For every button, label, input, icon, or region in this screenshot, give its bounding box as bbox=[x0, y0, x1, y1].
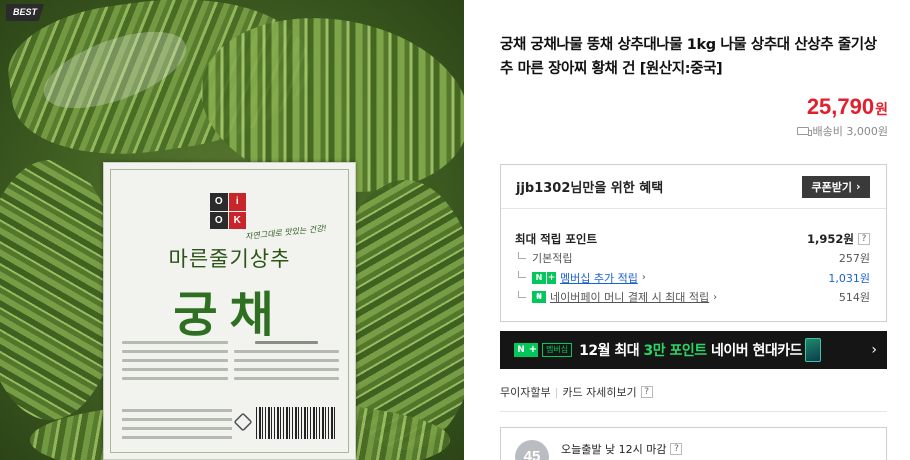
plus-icon: + bbox=[547, 271, 556, 284]
separator: | bbox=[554, 385, 559, 399]
points-value: 257원 bbox=[838, 252, 870, 266]
label-fine-print bbox=[122, 341, 339, 401]
installment-link[interactable]: 무이자할부 bbox=[500, 384, 551, 400]
chevron-right-icon: › bbox=[871, 342, 877, 358]
shipping-info: 배송비 3,000원 bbox=[796, 123, 888, 139]
help-icon[interactable]: ? bbox=[858, 232, 870, 245]
card-details-link[interactable]: 카드 자세히보기 bbox=[562, 384, 636, 400]
points-value: 1,031원 bbox=[828, 271, 870, 285]
delivery-cutoff: 오늘출발 낮 12시 마감 bbox=[561, 443, 667, 456]
points-row: ₦ 네이버페이 머니 결제 시 최대 적립 › 514원 bbox=[515, 288, 870, 308]
benefit-header: jjb1302님만을 위한 혜택 쿠폰받기 › bbox=[501, 165, 886, 209]
price-unit: 원 bbox=[875, 102, 888, 118]
chevron-right-icon: › bbox=[641, 272, 646, 284]
plus-icon: + bbox=[528, 343, 538, 357]
barcode bbox=[256, 407, 336, 439]
product-title: 궁채 궁채나물 뚱채 상추대나물 1kg 나물 상추대 산상추 줄기상추 마른 … bbox=[500, 37, 877, 77]
delivery-logo: 45 bbox=[515, 440, 549, 460]
naver-n-icon: N bbox=[532, 271, 546, 284]
best-badge: BEST bbox=[6, 4, 44, 21]
shipping-fee: 배송비 3,000원 bbox=[812, 125, 888, 138]
membership-points-link[interactable]: 멤버십 추가 적립 bbox=[560, 270, 638, 286]
logo-letter: O bbox=[210, 211, 228, 229]
max-points-row: 최대 적립 포인트 1,952원 ? bbox=[515, 229, 870, 249]
price-value: 25,790 bbox=[806, 94, 875, 119]
coupon-button[interactable]: 쿠폰받기 › bbox=[802, 175, 870, 198]
points-row: N + 멤버십 추가 적립 › 1,031원 bbox=[515, 268, 870, 288]
chevron-right-icon: › bbox=[855, 180, 861, 193]
points-list: 최대 적립 포인트 1,952원 ? 기본적립 257원 N + 멤버십 추가 … bbox=[515, 229, 870, 307]
help-icon[interactable]: ? bbox=[670, 443, 683, 455]
points-label: 기본적립 bbox=[532, 252, 573, 266]
package-label: O i O K 자연그대로 맛있는 건강! 마른줄기상추 궁채 bbox=[103, 162, 356, 460]
chevron-right-icon: › bbox=[713, 291, 718, 303]
price: 25,790 원 bbox=[807, 94, 888, 120]
naver-n-icon: N bbox=[514, 343, 528, 357]
logo-letter: K bbox=[228, 211, 246, 229]
membership-badge: 멤버십 bbox=[542, 343, 573, 357]
card-promo-banner[interactable]: N + 멤버십 12월 최대 3만 포인트 네이버 현대카드 › bbox=[500, 331, 887, 369]
delivery-box: 45 오늘출발 낮 12시 마감 ? bbox=[500, 427, 887, 460]
divider bbox=[500, 411, 887, 412]
vegetable-bundle bbox=[0, 160, 120, 420]
credit-card-icon bbox=[805, 338, 822, 362]
tree-branch-icon bbox=[518, 271, 526, 279]
points-value: 514원 bbox=[838, 291, 870, 305]
max-points-label: 최대 적립 포인트 bbox=[515, 231, 598, 246]
banner-text: 12월 최대 3만 포인트 네이버 현대카드 bbox=[579, 343, 803, 359]
package-name: 궁채 bbox=[173, 287, 286, 343]
product-image[interactable]: BEST O i O K 자연그대로 맛있는 건강! 마른줄기상추 궁채 bbox=[0, 0, 464, 460]
logo-letter: O bbox=[210, 193, 228, 211]
payment-options: 무이자할부 | 카드 자세히보기 ? bbox=[500, 384, 653, 400]
product-info: 궁채 궁채나물 뚱채 상추대나물 1kg 나물 상추대 산상추 줄기상추 마른 … bbox=[500, 0, 888, 460]
naverpay-points-link[interactable]: 네이버페이 머니 결제 시 최대 적립 bbox=[550, 289, 709, 305]
benefit-box: jjb1302님만을 위한 혜택 쿠폰받기 › 최대 적립 포인트 1,952원… bbox=[500, 164, 887, 322]
package-subname: 마른줄기상추 bbox=[168, 247, 291, 271]
help-icon[interactable]: ? bbox=[640, 386, 653, 398]
naver-pay-icon: ₦ bbox=[532, 291, 546, 304]
brand-logo: O i O K bbox=[210, 193, 246, 229]
truck-icon bbox=[796, 127, 812, 136]
tree-branch-icon bbox=[518, 251, 526, 259]
label-fine-print bbox=[122, 409, 232, 439]
tree-branch-icon bbox=[518, 290, 526, 298]
logo-letter: i bbox=[228, 193, 246, 211]
points-row: 기본적립 257원 bbox=[515, 249, 870, 269]
max-points-value: 1,952원 bbox=[807, 231, 854, 246]
coupon-button-label: 쿠폰받기 bbox=[811, 180, 852, 194]
banner-highlight: 3만 포인트 bbox=[643, 343, 707, 359]
delivery-info: 오늘출발 낮 12시 마감 ? bbox=[561, 441, 683, 457]
benefit-title: jjb1302님만을 위한 혜택 bbox=[516, 181, 664, 196]
